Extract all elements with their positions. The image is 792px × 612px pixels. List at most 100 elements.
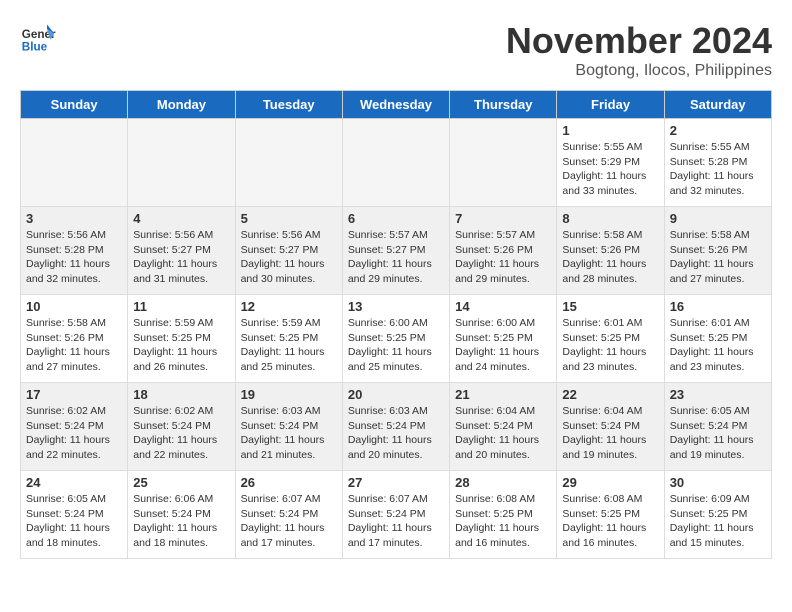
day-info: Sunrise: 5:59 AM Sunset: 5:25 PM Dayligh… — [241, 316, 337, 375]
page-header: General Blue November 2024 Bogtong, Iloc… — [20, 20, 772, 80]
weekday-header-wednesday: Wednesday — [342, 91, 449, 119]
day-number: 26 — [241, 475, 337, 490]
calendar-cell: 29 Sunrise: 6:08 AM Sunset: 5:25 PM Dayli… — [557, 471, 664, 559]
calendar-cell: 19 Sunrise: 6:03 AM Sunset: 5:24 PM Dayli… — [235, 383, 342, 471]
logo: General Blue — [20, 20, 56, 56]
calendar-cell: 5Sunrise: 5:56 AM Sunset: 5:27 PM Daylig… — [235, 207, 342, 295]
calendar-cell — [450, 119, 557, 207]
day-info: Sunrise: 6:07 AM Sunset: 5:24 PM Dayligh… — [241, 492, 337, 551]
day-number: 11 — [133, 299, 229, 314]
day-info: Sunrise: 6:05 AM Sunset: 5:24 PM Dayligh… — [670, 404, 766, 463]
day-info: Sunrise: 6:04 AM Sunset: 5:24 PM Dayligh… — [455, 404, 551, 463]
day-number: 15 — [562, 299, 658, 314]
calendar-cell: 27 Sunrise: 6:07 AM Sunset: 5:24 PM Dayli… — [342, 471, 449, 559]
calendar-cell: 2Sunrise: 5:55 AM Sunset: 5:28 PM Daylig… — [664, 119, 771, 207]
day-info: Sunrise: 6:08 AM Sunset: 5:25 PM Dayligh… — [562, 492, 658, 551]
calendar-cell: 28 Sunrise: 6:08 AM Sunset: 5:25 PM Dayli… — [450, 471, 557, 559]
day-info: Sunrise: 5:56 AM Sunset: 5:27 PM Dayligh… — [133, 228, 229, 287]
location-subtitle: Bogtong, Ilocos, Philippines — [506, 62, 772, 80]
month-title: November 2024 — [506, 20, 772, 62]
calendar-cell: 25Sunrise: 6:06 AM Sunset: 5:24 PM Dayli… — [128, 471, 235, 559]
day-number: 24 — [26, 475, 122, 490]
day-info: Sunrise: 5:59 AM Sunset: 5:25 PM Dayligh… — [133, 316, 229, 375]
calendar-cell: 20 Sunrise: 6:03 AM Sunset: 5:24 PM Dayli… — [342, 383, 449, 471]
day-number: 29 — [562, 475, 658, 490]
calendar-cell: 6 Sunrise: 5:57 AM Sunset: 5:27 PM Daylig… — [342, 207, 449, 295]
calendar-cell: 12 Sunrise: 5:59 AM Sunset: 5:25 PM Dayli… — [235, 295, 342, 383]
day-info: Sunrise: 5:55 AM Sunset: 5:29 PM Dayligh… — [562, 140, 658, 199]
day-number: 4 — [133, 211, 229, 226]
calendar-week-4: 17Sunrise: 6:02 AM Sunset: 5:24 PM Dayli… — [21, 383, 772, 471]
title-area: November 2024 Bogtong, Ilocos, Philippin… — [506, 20, 772, 80]
day-info: Sunrise: 6:08 AM Sunset: 5:25 PM Dayligh… — [455, 492, 551, 551]
calendar-week-5: 24 Sunrise: 6:05 AM Sunset: 5:24 PM Dayli… — [21, 471, 772, 559]
day-number: 1 — [562, 123, 658, 138]
day-number: 9 — [670, 211, 766, 226]
calendar-cell: 14Sunrise: 6:00 AM Sunset: 5:25 PM Dayli… — [450, 295, 557, 383]
weekday-header-monday: Monday — [128, 91, 235, 119]
day-number: 27 — [348, 475, 444, 490]
day-number: 30 — [670, 475, 766, 490]
day-number: 12 — [241, 299, 337, 314]
svg-text:Blue: Blue — [22, 41, 48, 54]
day-info: Sunrise: 6:06 AM Sunset: 5:24 PM Dayligh… — [133, 492, 229, 551]
day-info: Sunrise: 6:03 AM Sunset: 5:24 PM Dayligh… — [241, 404, 337, 463]
day-number: 23 — [670, 387, 766, 402]
day-info: Sunrise: 5:55 AM Sunset: 5:28 PM Dayligh… — [670, 140, 766, 199]
calendar-cell: 9 Sunrise: 5:58 AM Sunset: 5:26 PM Daylig… — [664, 207, 771, 295]
day-number: 6 — [348, 211, 444, 226]
day-info: Sunrise: 6:09 AM Sunset: 5:25 PM Dayligh… — [670, 492, 766, 551]
calendar-cell: 22 Sunrise: 6:04 AM Sunset: 5:24 PM Dayli… — [557, 383, 664, 471]
day-number: 18 — [133, 387, 229, 402]
calendar-cell: 30 Sunrise: 6:09 AM Sunset: 5:25 PM Dayli… — [664, 471, 771, 559]
day-info: Sunrise: 6:01 AM Sunset: 5:25 PM Dayligh… — [670, 316, 766, 375]
weekday-header-sunday: Sunday — [21, 91, 128, 119]
day-info: Sunrise: 6:00 AM Sunset: 5:25 PM Dayligh… — [348, 316, 444, 375]
day-info: Sunrise: 5:58 AM Sunset: 5:26 PM Dayligh… — [562, 228, 658, 287]
day-number: 10 — [26, 299, 122, 314]
day-info: Sunrise: 6:07 AM Sunset: 5:24 PM Dayligh… — [348, 492, 444, 551]
day-number: 17 — [26, 387, 122, 402]
day-info: Sunrise: 6:04 AM Sunset: 5:24 PM Dayligh… — [562, 404, 658, 463]
day-number: 14 — [455, 299, 551, 314]
calendar-cell — [128, 119, 235, 207]
day-info: Sunrise: 5:56 AM Sunset: 5:28 PM Dayligh… — [26, 228, 122, 287]
calendar-cell: 4 Sunrise: 5:56 AM Sunset: 5:27 PM Daylig… — [128, 207, 235, 295]
day-number: 8 — [562, 211, 658, 226]
calendar-table: SundayMondayTuesdayWednesdayThursdayFrid… — [20, 90, 772, 559]
calendar-cell: 7Sunrise: 5:57 AM Sunset: 5:26 PM Daylig… — [450, 207, 557, 295]
header-row: SundayMondayTuesdayWednesdayThursdayFrid… — [21, 91, 772, 119]
calendar-cell: 1 Sunrise: 5:55 AM Sunset: 5:29 PM Daylig… — [557, 119, 664, 207]
day-number: 21 — [455, 387, 551, 402]
calendar-cell: 16Sunrise: 6:01 AM Sunset: 5:25 PM Dayli… — [664, 295, 771, 383]
calendar-week-3: 10 Sunrise: 5:58 AM Sunset: 5:26 PM Dayli… — [21, 295, 772, 383]
calendar-cell: 23 Sunrise: 6:05 AM Sunset: 5:24 PM Dayli… — [664, 383, 771, 471]
day-info: Sunrise: 5:58 AM Sunset: 5:26 PM Dayligh… — [670, 228, 766, 287]
day-number: 13 — [348, 299, 444, 314]
day-info: Sunrise: 6:01 AM Sunset: 5:25 PM Dayligh… — [562, 316, 658, 375]
calendar-cell: 15 Sunrise: 6:01 AM Sunset: 5:25 PM Dayli… — [557, 295, 664, 383]
calendar-cell: 11 Sunrise: 5:59 AM Sunset: 5:25 PM Dayli… — [128, 295, 235, 383]
calendar-week-2: 3Sunrise: 5:56 AM Sunset: 5:28 PM Daylig… — [21, 207, 772, 295]
weekday-header-thursday: Thursday — [450, 91, 557, 119]
day-number: 20 — [348, 387, 444, 402]
day-info: Sunrise: 6:03 AM Sunset: 5:24 PM Dayligh… — [348, 404, 444, 463]
weekday-header-saturday: Saturday — [664, 91, 771, 119]
day-number: 22 — [562, 387, 658, 402]
calendar-cell — [342, 119, 449, 207]
calendar-week-1: 1 Sunrise: 5:55 AM Sunset: 5:29 PM Daylig… — [21, 119, 772, 207]
calendar-cell: 3Sunrise: 5:56 AM Sunset: 5:28 PM Daylig… — [21, 207, 128, 295]
day-info: Sunrise: 5:58 AM Sunset: 5:26 PM Dayligh… — [26, 316, 122, 375]
calendar-cell — [235, 119, 342, 207]
calendar-cell: 18Sunrise: 6:02 AM Sunset: 5:24 PM Dayli… — [128, 383, 235, 471]
calendar-cell: 17Sunrise: 6:02 AM Sunset: 5:24 PM Dayli… — [21, 383, 128, 471]
day-number: 5 — [241, 211, 337, 226]
calendar-cell: 24 Sunrise: 6:05 AM Sunset: 5:24 PM Dayli… — [21, 471, 128, 559]
calendar-cell: 10 Sunrise: 5:58 AM Sunset: 5:26 PM Dayli… — [21, 295, 128, 383]
day-info: Sunrise: 6:05 AM Sunset: 5:24 PM Dayligh… — [26, 492, 122, 551]
calendar-cell: 13 Sunrise: 6:00 AM Sunset: 5:25 PM Dayli… — [342, 295, 449, 383]
day-number: 28 — [455, 475, 551, 490]
day-info: Sunrise: 5:57 AM Sunset: 5:27 PM Dayligh… — [348, 228, 444, 287]
calendar-cell: 26 Sunrise: 6:07 AM Sunset: 5:24 PM Dayli… — [235, 471, 342, 559]
day-number: 19 — [241, 387, 337, 402]
